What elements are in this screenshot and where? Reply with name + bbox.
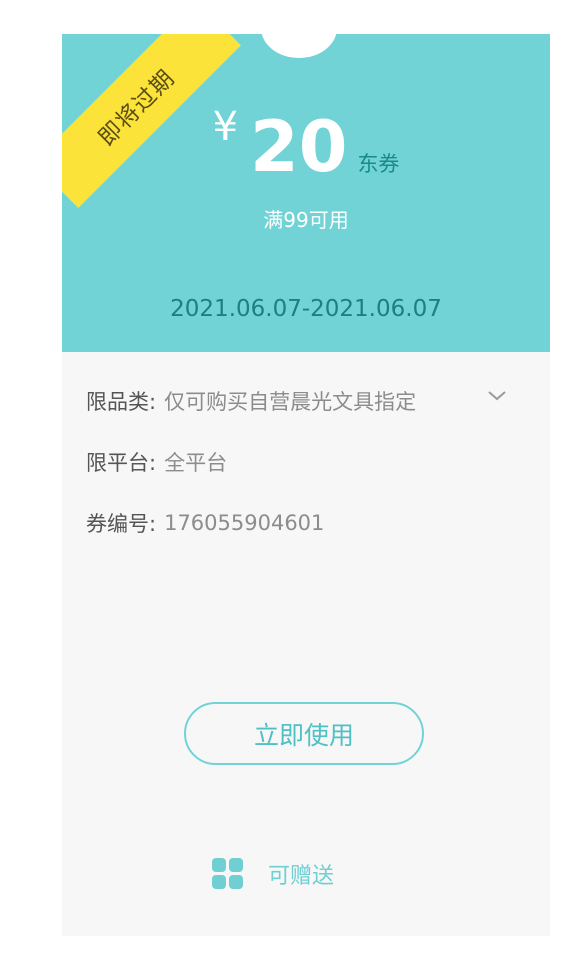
scallop — [496, 352, 508, 358]
grid-cell — [212, 875, 226, 889]
amount-row: ¥ 20 东券 — [62, 102, 550, 182]
scallop — [528, 352, 540, 358]
scallop — [400, 352, 412, 358]
coupon-details: 限品类: 仅可购买自营晨光文具指定 限平台: 全平台 券编号: 17605590… — [86, 386, 526, 569]
use-now-button[interactable]: 立即使用 — [184, 702, 424, 765]
scallop — [208, 352, 220, 358]
giftable-row[interactable]: 可赠送 — [212, 856, 334, 892]
scallop — [160, 352, 172, 358]
coupon-amount: 20 — [250, 106, 348, 188]
platform-label: 限平台: — [86, 451, 157, 475]
scallop — [144, 352, 156, 358]
scallop — [176, 352, 188, 358]
scallop — [320, 352, 332, 358]
platform-row: 限平台: 全平台 — [86, 447, 526, 477]
scallop — [512, 352, 524, 358]
currency-symbol: ¥ — [212, 104, 239, 150]
scallop — [304, 352, 316, 358]
grid-cell — [229, 858, 243, 872]
chevron-down-icon[interactable] — [487, 386, 507, 406]
scallop — [240, 352, 252, 358]
scallop — [352, 352, 364, 358]
number-label: 券编号: — [86, 512, 157, 536]
scallop — [480, 352, 492, 358]
scallop — [272, 352, 284, 358]
scallop — [448, 352, 460, 358]
scallop — [416, 352, 428, 358]
giftable-label: 可赠送 — [268, 864, 335, 889]
platform-value: 全平台 — [164, 451, 228, 475]
coupon-card: 即将过期 ¥ 20 东券 满99可用 2021.06.07-2021.06.07… — [62, 34, 550, 936]
number-row: 券编号: 176055904601 — [86, 508, 526, 538]
scalloped-edge — [64, 352, 540, 358]
coupon-unit: 东券 — [357, 152, 400, 176]
usage-condition: 满99可用 — [263, 208, 349, 232]
scallop — [336, 352, 348, 358]
grid-icon — [212, 858, 244, 890]
ticket-notch — [261, 34, 337, 58]
scallop — [432, 352, 444, 358]
grid-cell — [229, 875, 243, 889]
grid-cell — [212, 858, 226, 872]
scallop — [368, 352, 380, 358]
coupon-header: 即将过期 ¥ 20 东券 满99可用 2021.06.07-2021.06.07 — [62, 34, 550, 352]
category-value: 仅可购买自营晨光文具指定 — [164, 390, 417, 414]
scallop — [464, 352, 476, 358]
number-value: 176055904601 — [164, 511, 325, 535]
scallop — [288, 352, 300, 358]
scallop — [224, 352, 236, 358]
scallop — [384, 352, 396, 358]
validity-period: 2021.06.07-2021.06.07 — [170, 296, 442, 322]
category-label: 限品类: — [86, 390, 157, 414]
scallop — [64, 352, 76, 358]
scallop — [192, 352, 204, 358]
scallop — [112, 352, 124, 358]
category-row[interactable]: 限品类: 仅可购买自营晨光文具指定 — [86, 386, 526, 416]
scallop — [96, 352, 108, 358]
scallop — [256, 352, 268, 358]
scallop — [128, 352, 140, 358]
scallop — [80, 352, 92, 358]
